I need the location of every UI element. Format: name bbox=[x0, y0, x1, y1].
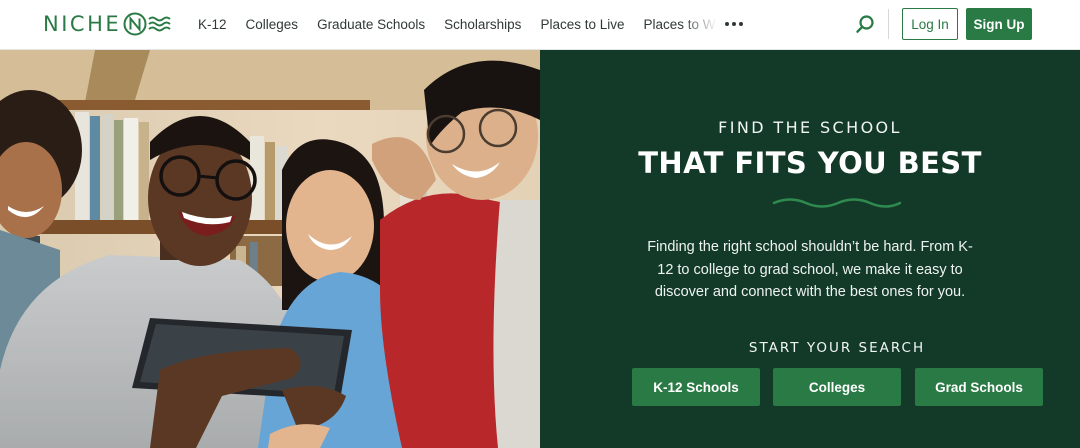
site-header: NICHE K-12 Colleges Graduate Schools Sch… bbox=[0, 0, 1080, 50]
colleges-button[interactable]: Colleges bbox=[773, 368, 901, 406]
nav-item-scholarships[interactable]: Scholarships bbox=[444, 17, 521, 32]
grad-schools-button[interactable]: Grad Schools bbox=[915, 368, 1043, 406]
nav-item-graduate-schools[interactable]: Graduate Schools bbox=[317, 17, 425, 32]
hero-photo bbox=[0, 50, 540, 448]
hero-headline: THAT FITS YOU BEST bbox=[638, 146, 982, 180]
header-divider bbox=[888, 9, 889, 39]
logo-n-icon bbox=[123, 12, 171, 36]
search-icon[interactable] bbox=[854, 13, 876, 35]
nav-item-places-to-work[interactable]: Places to Work bbox=[643, 16, 718, 32]
wave-divider-icon bbox=[772, 198, 902, 208]
nav-item-k12[interactable]: K-12 bbox=[198, 17, 227, 32]
nav-item-colleges[interactable]: Colleges bbox=[246, 17, 299, 32]
nav-item-places-to-live[interactable]: Places to Live bbox=[540, 17, 624, 32]
more-horizontal-icon[interactable] bbox=[725, 14, 744, 34]
hero-panel: FIND THE SCHOOL THAT FITS YOU BEST Findi… bbox=[540, 50, 1080, 448]
niche-logo[interactable]: NICHE bbox=[43, 11, 177, 37]
k12-schools-button[interactable]: K-12 Schools bbox=[632, 368, 760, 406]
login-button[interactable]: Log In bbox=[902, 8, 958, 40]
logo-wordmark: NICHE bbox=[43, 12, 122, 36]
hero-description: Finding the right school shouldn’t be ha… bbox=[647, 239, 973, 300]
main-nav: K-12 Colleges Graduate Schools Scholarsh… bbox=[198, 0, 744, 48]
signup-button[interactable]: Sign Up bbox=[966, 8, 1032, 40]
hero-eyebrow: FIND THE SCHOOL bbox=[718, 118, 902, 137]
search-title: START YOUR SEARCH bbox=[748, 340, 926, 356]
